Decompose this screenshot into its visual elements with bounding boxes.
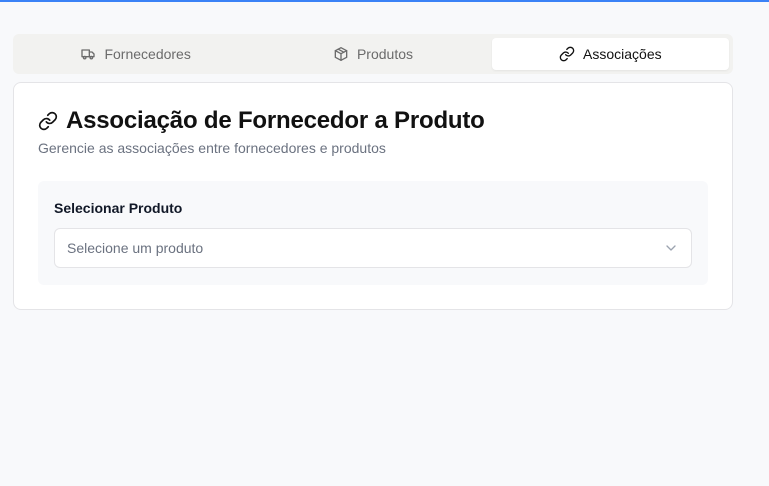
chevron-down-icon — [663, 240, 679, 256]
tab-produtos[interactable]: Produtos — [254, 38, 491, 70]
card-title: Associação de Fornecedor a Produto — [66, 107, 485, 134]
association-card: Associação de Fornecedor a Produto Geren… — [13, 82, 733, 310]
package-icon — [333, 46, 349, 62]
card-subtitle: Gerencie as associações entre fornecedor… — [38, 140, 386, 156]
tab-associacoes[interactable]: Associações — [491, 38, 729, 70]
tab-list: Fornecedores Produtos Associações — [13, 34, 733, 74]
tab-label: Associações — [583, 46, 662, 62]
product-select[interactable]: Selecione um produto — [54, 228, 692, 268]
product-select-panel: Selecionar Produto Selecione um produto — [38, 181, 708, 285]
product-select-label: Selecionar Produto — [54, 200, 183, 216]
tab-label: Produtos — [356, 46, 414, 62]
tab-label: Fornecedores — [104, 46, 191, 62]
link-icon — [559, 46, 575, 62]
link-icon — [38, 111, 58, 131]
truck-icon — [80, 46, 96, 62]
top-accent-bar — [0, 0, 769, 2]
product-select-placeholder: Selecione um produto — [67, 240, 204, 256]
card-header: Associação de Fornecedor a Produto — [38, 107, 485, 135]
tab-fornecedores[interactable]: Fornecedores — [17, 38, 254, 70]
